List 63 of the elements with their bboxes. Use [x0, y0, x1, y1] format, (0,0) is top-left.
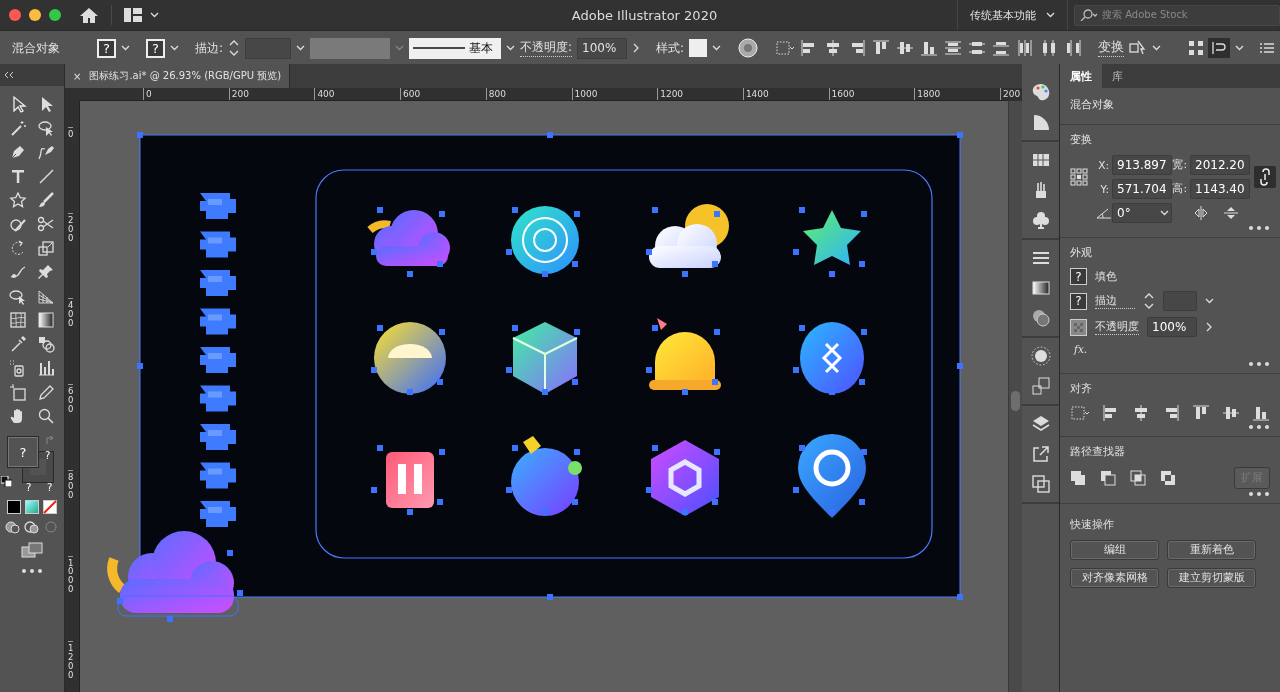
section-title: 外观 — [1070, 246, 1093, 260]
ruler-label: 200 — [68, 212, 74, 243]
section-title: 对齐 — [1070, 382, 1093, 396]
ruler-label: 400 — [68, 298, 74, 329]
ruler-label: 800 — [68, 469, 74, 500]
angle-dropdown[interactable]: 0° — [1112, 203, 1172, 223]
section-title: 路径查找器 — [1070, 445, 1126, 459]
object-type-label: 混合对象 — [1070, 98, 1114, 110]
x-field[interactable]: 913.897 — [1112, 155, 1172, 175]
document-title: 图标练习.ai* @ 26.93% (RGB/GPU 预览) — [89, 69, 282, 83]
fill-swatch[interactable]: ? — [7, 436, 39, 468]
quick-action-button[interactable]: 重新着色 — [1167, 540, 1256, 560]
ruler-label: 200 — [228, 88, 249, 100]
width-field[interactable]: 2012.20 — [1190, 155, 1250, 175]
opacity-field[interactable]: 100% — [577, 37, 628, 59]
close-tab-button[interactable]: × — [73, 70, 82, 82]
fill-swatch[interactable]: ? — [1070, 268, 1087, 285]
ruler-label: 400 — [314, 88, 335, 100]
panel-tab[interactable]: 库 — [1102, 64, 1133, 88]
ruler-label: 1800 — [914, 88, 941, 100]
quick-action-button[interactable]: 对齐像素网格 — [1070, 568, 1159, 588]
ruler-label: 1200 — [68, 641, 74, 680]
ruler-label: 1200 — [657, 88, 684, 100]
section-title: 快速操作 — [1070, 518, 1115, 532]
ruler-label: 0 — [68, 127, 74, 139]
ruler-label: 1000 — [68, 555, 74, 595]
section-title: 变换 — [1070, 133, 1093, 147]
effects-button[interactable]: fx. — [1070, 343, 1088, 355]
stroke-label: 描边: — [195, 39, 224, 57]
x-label: X: — [1097, 159, 1110, 171]
fill-swatch[interactable]: ? — [97, 38, 116, 58]
opacity-field[interactable]: 100% — [1147, 317, 1197, 337]
ruler-label: 1400 — [742, 88, 769, 100]
opacity-label: 不透明度 — [1095, 319, 1139, 335]
ruler-label: 1000 — [571, 88, 598, 100]
object-type-label: 混合对象 — [12, 39, 61, 57]
stroke-label: 描边 — [1095, 293, 1135, 309]
brush-dropdown[interactable]: 基本 — [409, 37, 502, 59]
y-label: Y: — [1099, 183, 1110, 195]
ruler-label: 600 — [400, 88, 421, 100]
style-label: 样式: — [656, 39, 685, 57]
ruler-label: 800 — [485, 88, 506, 100]
stroke-marker: ? — [47, 482, 53, 493]
height-label: 高: — [1172, 182, 1188, 196]
ruler-label: 200 — [1000, 88, 1021, 100]
opacity-label: 不透明度: — [520, 39, 573, 57]
transform-link[interactable]: 变换 — [1098, 39, 1125, 57]
height-field[interactable]: 1143.40 — [1190, 179, 1250, 199]
ruler-label: 600 — [68, 384, 74, 414]
y-field[interactable]: 571.704 — [1112, 179, 1172, 199]
stroke-marker: ? — [26, 482, 32, 493]
stroke-swatch[interactable]: ? — [146, 38, 165, 58]
fill-label: 填色 — [1095, 269, 1117, 284]
document-tab[interactable]: × 图标练习.ai* @ 26.93% (RGB/GPU 预览) — [65, 64, 291, 88]
quick-action-button[interactable]: 建立剪切蒙版 — [1167, 568, 1256, 588]
panel-tab[interactable]: 属性 — [1060, 64, 1102, 88]
ruler-label: 0 — [143, 88, 152, 100]
width-label: 宽: — [1172, 158, 1188, 172]
ruler-label: 1600 — [828, 88, 855, 100]
window-title: Adobe Illustrator 2020 — [571, 7, 718, 23]
stroke-swatch[interactable]: ? — [1070, 292, 1087, 310]
quick-action-button[interactable]: 编组 — [1070, 540, 1159, 560]
stroke-marker: ? — [45, 450, 51, 461]
